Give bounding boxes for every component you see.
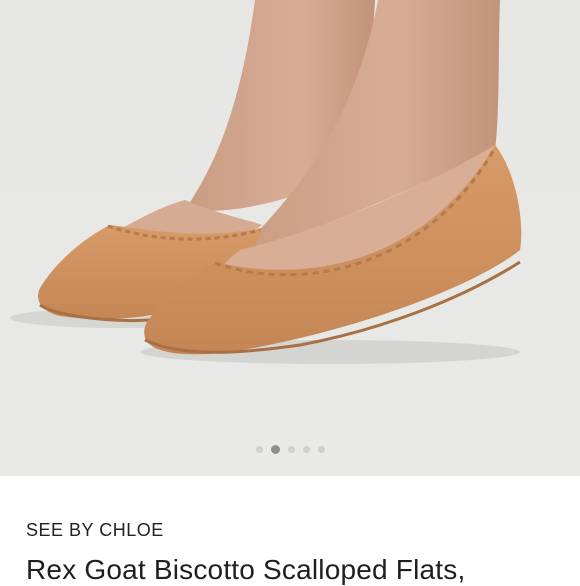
gallery-dot-4[interactable]	[302, 445, 310, 453]
gallery-dot-3[interactable]	[287, 445, 295, 453]
gallery-pagination[interactable]	[0, 443, 580, 455]
gallery-dot-5[interactable]	[317, 445, 325, 453]
product-image-gallery[interactable]	[0, 0, 580, 476]
product-title: Rex Goat Biscotto Scalloped Flats,	[26, 554, 466, 585]
product-photo	[0, 0, 580, 476]
product-info: SEE BY CHLOE Rex Goat Biscotto Scalloped…	[0, 476, 580, 585]
gallery-dot-1[interactable]	[255, 445, 263, 453]
brand-name[interactable]: SEE BY CHLOE	[26, 520, 164, 541]
gallery-dot-2-active[interactable]	[270, 444, 280, 454]
